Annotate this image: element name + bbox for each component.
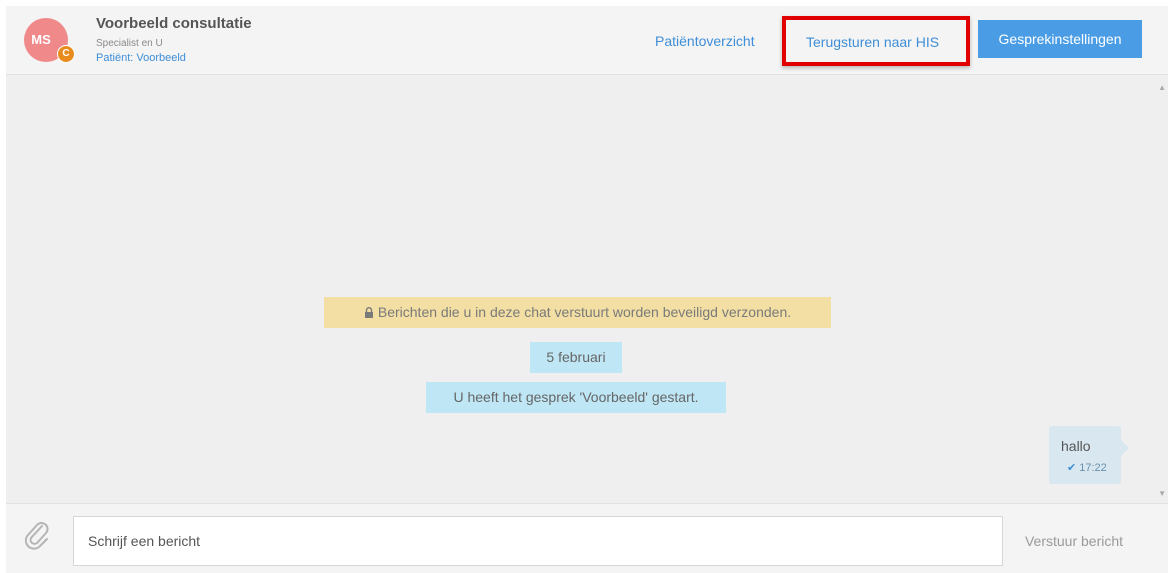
- paperclip-icon[interactable]: [22, 518, 52, 552]
- conversation-settings-button[interactable]: Gesprekinstellingen: [978, 20, 1142, 58]
- message-list[interactable]: ▲ Berichten die u in deze chat verstuurt…: [6, 75, 1168, 503]
- patient-overview-link[interactable]: Patiëntoverzicht: [655, 33, 755, 49]
- chat-app: MS C Voorbeeld consultatie Specialist en…: [6, 6, 1168, 573]
- avatar[interactable]: MS C: [24, 18, 75, 63]
- security-notice: Berichten die u in deze chat verstuurt w…: [324, 297, 831, 328]
- message-time: 17:22: [1079, 462, 1107, 474]
- check-icon: ✔: [1067, 462, 1077, 474]
- conversation-header: MS C Voorbeeld consultatie Specialist en…: [6, 6, 1168, 75]
- send-message-button[interactable]: Verstuur bericht: [1003, 516, 1145, 566]
- patient-link[interactable]: Patiënt: Voorbeeld: [96, 52, 186, 64]
- conversation-subtitle: Specialist en U: [96, 38, 163, 49]
- conversation-started-message: U heeft het gesprek 'Voorbeeld' gestart.: [426, 382, 726, 413]
- message-meta: ✔ 17:22: [1067, 461, 1107, 474]
- date-separator: 5 februari: [530, 342, 622, 373]
- avatar-initials: MS: [31, 32, 51, 47]
- scroll-up-arrow-icon[interactable]: ▲: [1158, 83, 1166, 92]
- lock-icon: [364, 307, 373, 318]
- return-to-his-link[interactable]: Terugsturen naar HIS: [806, 34, 939, 50]
- scroll-down-arrow-icon[interactable]: ▼: [1158, 489, 1166, 498]
- return-to-his-highlight: Terugsturen naar HIS: [782, 16, 970, 66]
- security-notice-text: Berichten die u in deze chat verstuurt w…: [377, 304, 792, 320]
- message-bubble[interactable]: hallo ✔ 17:22: [1049, 426, 1129, 484]
- message-composer: Verstuur bericht: [6, 503, 1168, 573]
- message-input[interactable]: [73, 516, 1003, 566]
- avatar-badge: C: [57, 45, 75, 63]
- message-text: hallo: [1061, 438, 1091, 454]
- conversation-title: Voorbeeld consultatie: [96, 15, 252, 32]
